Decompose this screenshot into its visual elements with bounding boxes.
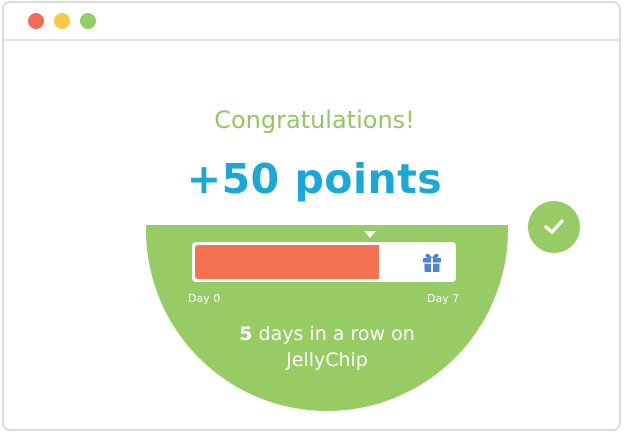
- streak-progress-bar: [192, 242, 456, 282]
- streak-text-line1: days in a row on: [252, 323, 415, 345]
- congrats-heading: Congratulations!: [214, 106, 415, 134]
- close-window-button[interactable]: [28, 13, 44, 29]
- streak-message: 5 days in a row on JellyChip: [146, 321, 508, 373]
- checkmark-badge: [528, 201, 580, 253]
- maximize-window-button[interactable]: [80, 13, 96, 29]
- streak-count: 5: [239, 323, 253, 345]
- day-end-label: Day 7: [427, 292, 460, 305]
- app-window: Congratulations! +50 points Day 0 Day 7 …: [2, 1, 621, 431]
- points-earned: +50 points: [186, 155, 443, 203]
- streak-text-line2: JellyChip: [286, 349, 368, 371]
- window-titlebar: [4, 3, 619, 41]
- progress-marker-icon: [364, 231, 376, 238]
- minimize-window-button[interactable]: [54, 13, 70, 29]
- day-start-label: Day 0: [188, 292, 221, 305]
- checkmark-icon: [544, 219, 564, 234]
- streak-progress-fill: [195, 245, 379, 279]
- gift-icon: [423, 253, 441, 272]
